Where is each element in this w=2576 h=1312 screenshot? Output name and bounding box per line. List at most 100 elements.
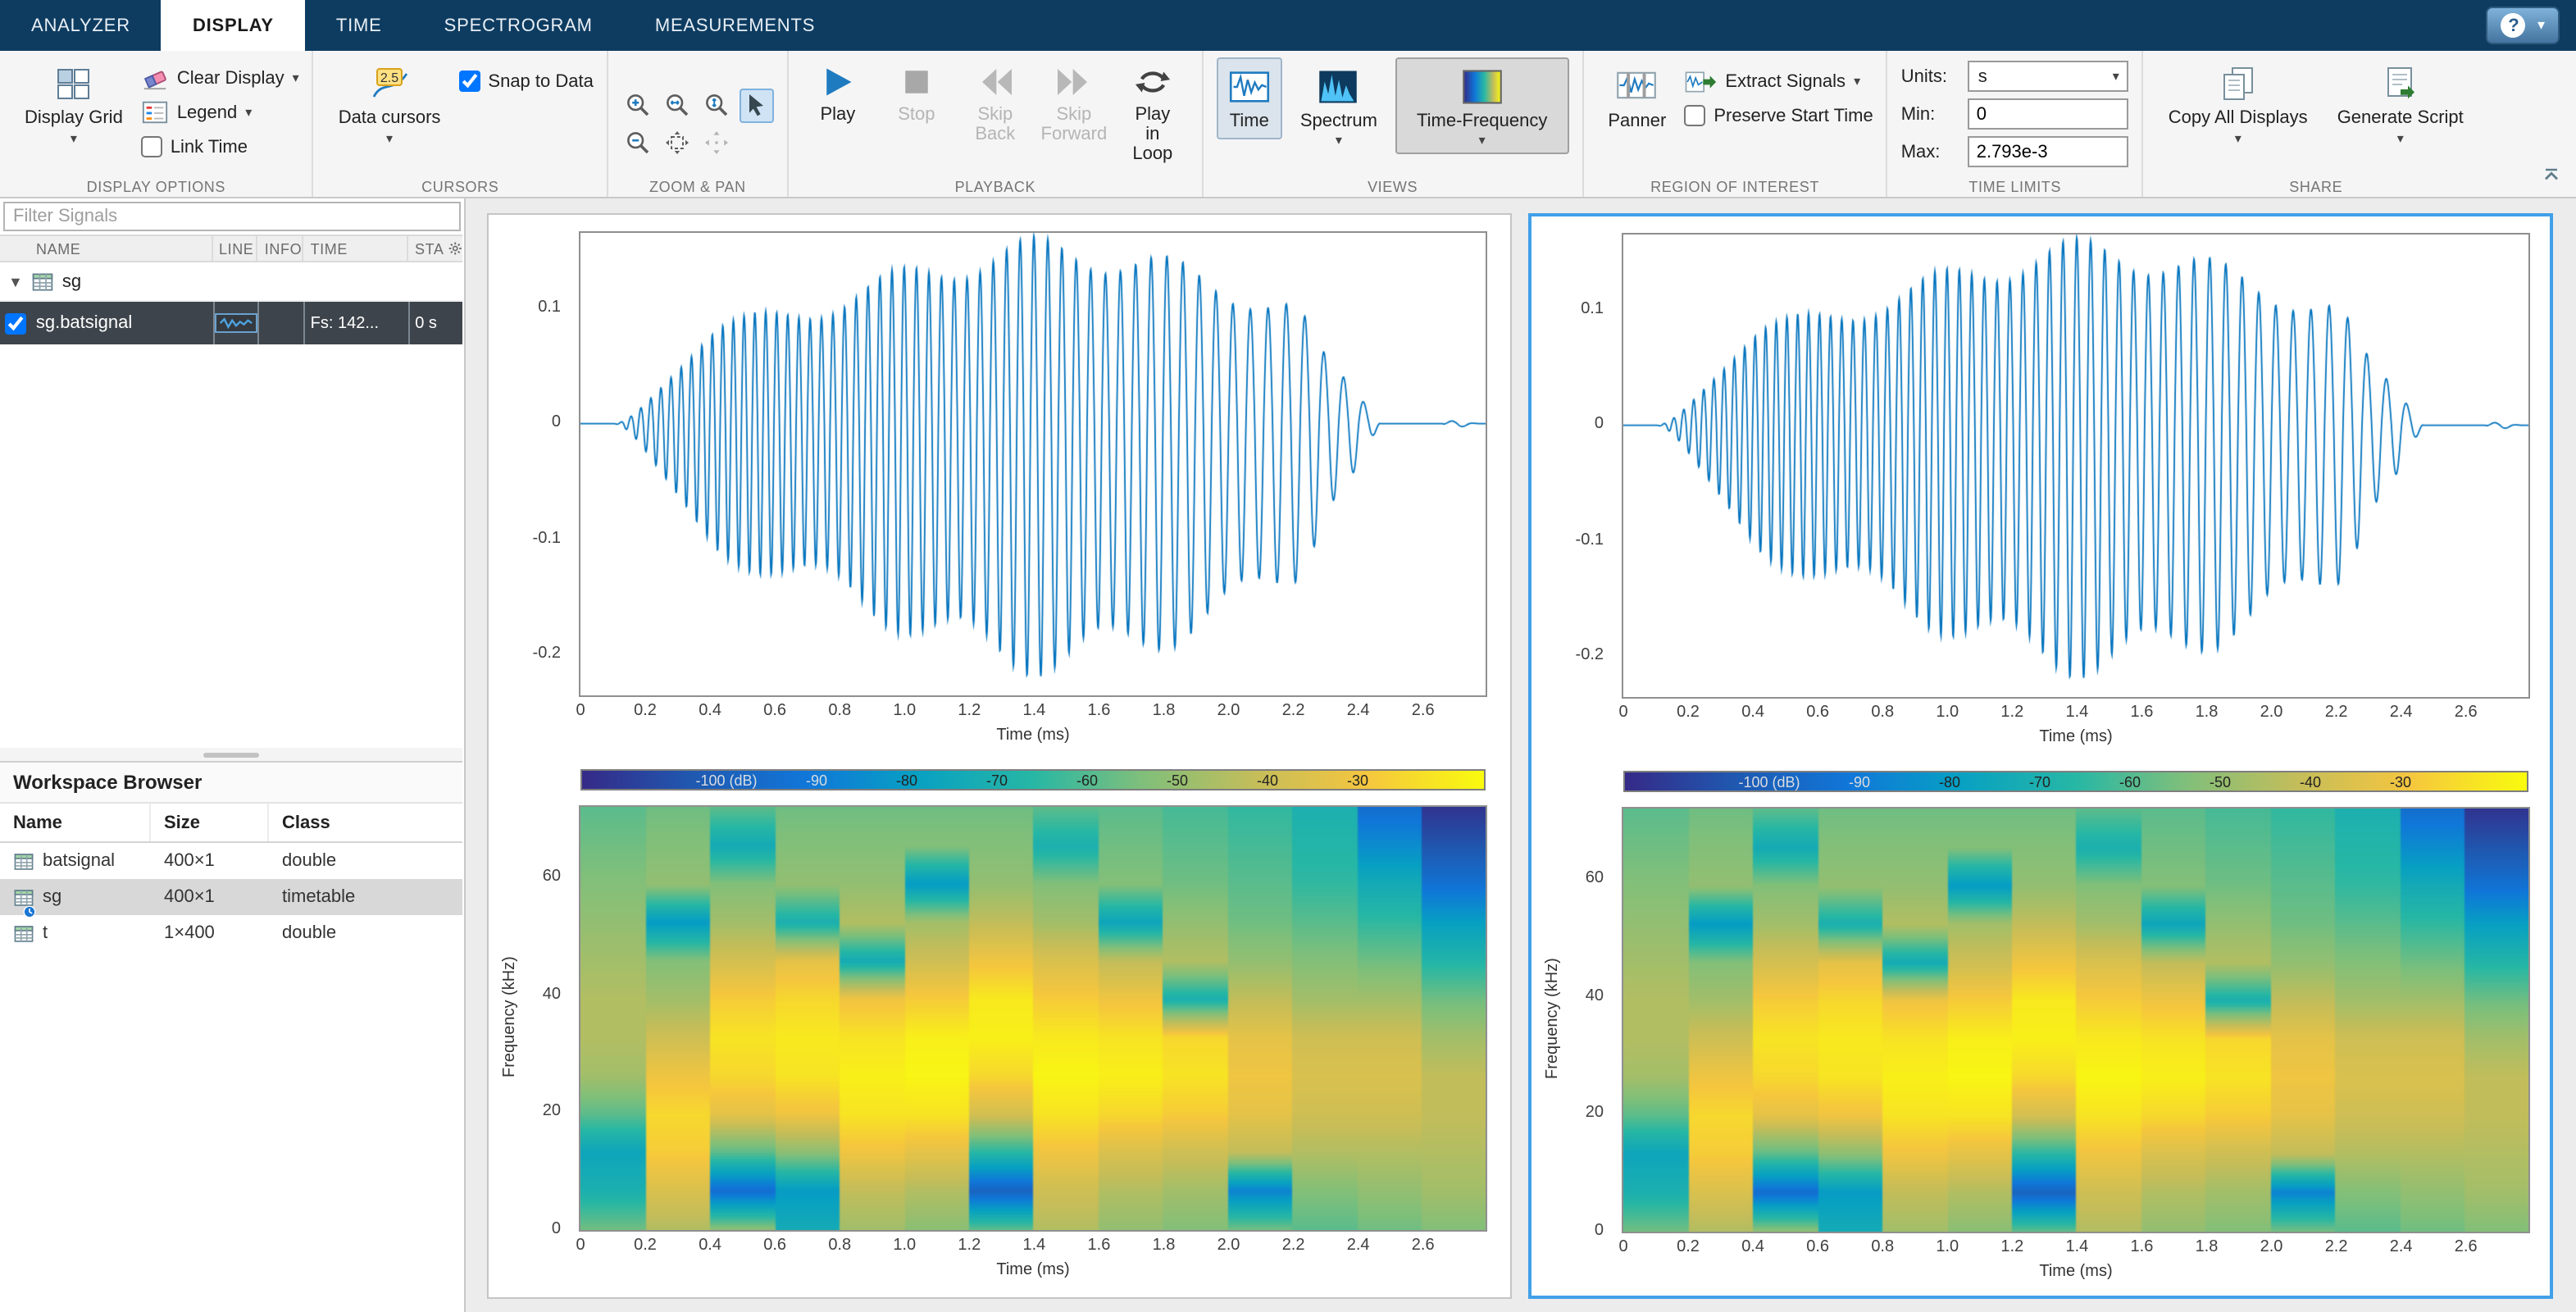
copy-all-displays-button[interactable]: Copy All Displays ▾ bbox=[2157, 57, 2319, 151]
snap-to-data-checkbox[interactable] bbox=[458, 71, 480, 92]
fit-to-view-icon bbox=[665, 130, 691, 156]
collapse-ribbon-button[interactable] bbox=[2540, 164, 2563, 187]
group-time-limits: Units: s ▾ Min: Max: TIME LIMITS bbox=[1888, 51, 2144, 197]
time-view-button[interactable]: Time bbox=[1216, 57, 1282, 139]
chevron-down-icon: ▾ bbox=[1854, 74, 1861, 89]
loop-icon bbox=[1133, 64, 1172, 100]
colorbar-tick-label: -90 bbox=[1848, 774, 1871, 790]
tab-time[interactable]: TIME bbox=[305, 0, 413, 51]
spectrogram-colorbar: -100 (dB) -90 -80 -70 -60 -50 -40 -30 bbox=[580, 769, 1486, 790]
clear-display-button[interactable]: Clear Display ▾ bbox=[141, 61, 299, 95]
extract-signals-button[interactable]: Extract Signals ▾ bbox=[1684, 64, 1873, 98]
x-tick-label: 1.0 bbox=[893, 702, 917, 720]
generate-script-button[interactable]: Generate Script ▾ bbox=[2326, 57, 2475, 151]
colorbar-tick-label: -50 bbox=[2209, 774, 2232, 790]
x-tick-label: 1.8 bbox=[1152, 702, 1176, 720]
spectrogram-plot[interactable] bbox=[579, 805, 1487, 1232]
help-button[interactable]: ? ▾ bbox=[2486, 7, 2560, 44]
time-plot[interactable] bbox=[1622, 233, 2530, 699]
x-tick-label: 0.2 bbox=[634, 1237, 657, 1255]
tab-spectrogram[interactable]: SPECTROGRAM bbox=[413, 0, 624, 51]
link-time-checkbox-row: Link Time bbox=[140, 130, 299, 164]
pan-button[interactable] bbox=[700, 125, 735, 160]
chevron-down-icon: ▾ bbox=[2234, 131, 2241, 146]
min-time-input[interactable] bbox=[1968, 98, 2129, 130]
time-view-icon bbox=[1228, 66, 1271, 108]
zoom-y-button[interactable] bbox=[700, 88, 735, 122]
group-share: Copy All Displays ▾ Generate Script ▾ SH… bbox=[2144, 51, 2488, 197]
units-select[interactable]: s ▾ bbox=[1968, 61, 2129, 92]
spectrogram-x-label: Time (ms) bbox=[996, 1261, 1070, 1279]
signal-info-cell[interactable] bbox=[257, 302, 304, 344]
workspace-row-sg[interactable]: sg 400×1 timetable bbox=[0, 879, 462, 915]
signal-group-row[interactable]: ▼ sg bbox=[0, 264, 462, 302]
pointer-button[interactable] bbox=[739, 88, 774, 122]
signal-row-batsignal[interactable]: sg.batsignal Fs: 142... 0 s bbox=[0, 302, 462, 344]
legend-button[interactable]: Legend ▾ bbox=[141, 95, 299, 130]
timetable-icon bbox=[31, 271, 54, 294]
x-tick-label: 2.4 bbox=[1346, 702, 1370, 720]
time-plot[interactable] bbox=[579, 231, 1487, 697]
skip-forward-button[interactable]: Skip Forward bbox=[1038, 57, 1110, 151]
data-cursors-button[interactable]: Data cursors ▾ bbox=[327, 57, 453, 151]
x-tick-label: 0.6 bbox=[763, 1237, 787, 1255]
x-tick-label: 0.4 bbox=[1741, 1238, 1764, 1256]
display-2[interactable]: 0.1 0 -0.1 -0.2 0 0.2 0.4 0.6 0.8 1.0 1.2 1.4 1.6 1.… bbox=[1528, 213, 2553, 1299]
x-tick-label: 1.4 bbox=[2065, 1238, 2089, 1256]
panel-splitter[interactable] bbox=[0, 748, 462, 761]
signal-line-style[interactable] bbox=[212, 302, 258, 344]
time-waveform-canvas[interactable] bbox=[1623, 235, 2528, 697]
collapse-ribbon-icon bbox=[2540, 164, 2563, 187]
y-tick-label: 40 bbox=[542, 985, 561, 1004]
zoom-out-button[interactable] bbox=[621, 125, 656, 160]
ribbon: Display Grid ▾ Clear Display ▾ Legend ▾ … bbox=[0, 51, 2576, 198]
signal-visible-checkbox[interactable] bbox=[5, 312, 27, 334]
spectrogram-canvas[interactable] bbox=[1623, 809, 2528, 1232]
matrix-icon bbox=[13, 922, 34, 944]
skip-back-button[interactable]: Skip Back bbox=[959, 57, 1031, 151]
workspace-row-batsignal[interactable]: batsignal 400×1 double bbox=[0, 843, 462, 879]
x-tick-label: 1.6 bbox=[2130, 704, 2154, 722]
fit-to-view-button[interactable] bbox=[661, 125, 695, 160]
panner-button[interactable]: Panner bbox=[1596, 57, 1677, 138]
zoom-in-icon bbox=[626, 92, 652, 118]
expand-caret-icon[interactable]: ▼ bbox=[8, 274, 23, 290]
workspace-row-t[interactable]: t 1×400 double bbox=[0, 915, 462, 951]
pointer-icon bbox=[744, 92, 770, 118]
zoom-in-button[interactable] bbox=[621, 88, 656, 122]
tab-display[interactable]: DISPLAY bbox=[161, 0, 305, 51]
chevron-down-icon: ▾ bbox=[70, 131, 77, 146]
spectrogram-canvas[interactable] bbox=[580, 807, 1486, 1230]
chevron-down-icon: ▾ bbox=[1478, 133, 1486, 148]
signal-table-header: NAME LINE INFO TIME STA bbox=[0, 235, 462, 262]
tab-measurements[interactable]: MEASUREMENTS bbox=[624, 0, 846, 51]
y-tick-label: 40 bbox=[1585, 986, 1604, 1005]
zoom-x-button[interactable] bbox=[661, 88, 695, 122]
spectrum-view-button[interactable]: Spectrum ▾ bbox=[1289, 57, 1389, 154]
spectrogram-plot[interactable] bbox=[1622, 807, 2530, 1233]
display-1[interactable]: 0.1 0 -0.1 -0.2 0 0.2 0.4 0.6 0.8 1.0 1.2 1.4 1.6 1.… bbox=[487, 213, 1512, 1299]
link-time-checkbox[interactable] bbox=[140, 136, 162, 157]
eraser-icon bbox=[141, 64, 169, 92]
tab-analyzer[interactable]: ANALYZER bbox=[0, 0, 162, 51]
x-tick-label: 2.6 bbox=[1411, 702, 1435, 720]
play-in-loop-button[interactable]: Play in Loop bbox=[1117, 57, 1189, 171]
x-tick-label: 1.0 bbox=[1936, 1238, 1959, 1256]
display-grid-button[interactable]: Display Grid ▾ bbox=[13, 57, 134, 151]
filter-signals-input[interactable] bbox=[3, 202, 461, 231]
preserve-start-time-row: Preserve Start Time bbox=[1684, 98, 1873, 133]
max-time-input[interactable] bbox=[1968, 136, 2129, 167]
time-frequency-view-button[interactable]: Time-Frequency ▾ bbox=[1395, 57, 1569, 154]
display-area: 0.1 0 -0.1 -0.2 0 0.2 0.4 0.6 0.8 1.0 1.2 1.4 1.6 1.… bbox=[466, 198, 2576, 1312]
preserve-start-time-checkbox[interactable] bbox=[1684, 105, 1706, 126]
x-tick-label: 2.2 bbox=[2324, 704, 2348, 722]
time-waveform-canvas[interactable] bbox=[580, 233, 1486, 695]
time-plot-x-ticks: 0 0.2 0.4 0.6 0.8 1.0 1.2 1.4 1.6 1.8 2.0 2.2 2.4 2.6 bbox=[576, 702, 1486, 722]
colorbar-tick-label: -100 (dB) bbox=[695, 772, 758, 789]
play-button[interactable]: Play bbox=[802, 57, 874, 131]
column-settings-icon[interactable] bbox=[448, 239, 463, 257]
stop-button[interactable]: Stop bbox=[881, 57, 953, 131]
x-tick-label: 1.2 bbox=[958, 702, 981, 720]
x-tick-label: 1.2 bbox=[958, 1237, 981, 1255]
x-tick-label: 2.6 bbox=[2454, 704, 2478, 722]
